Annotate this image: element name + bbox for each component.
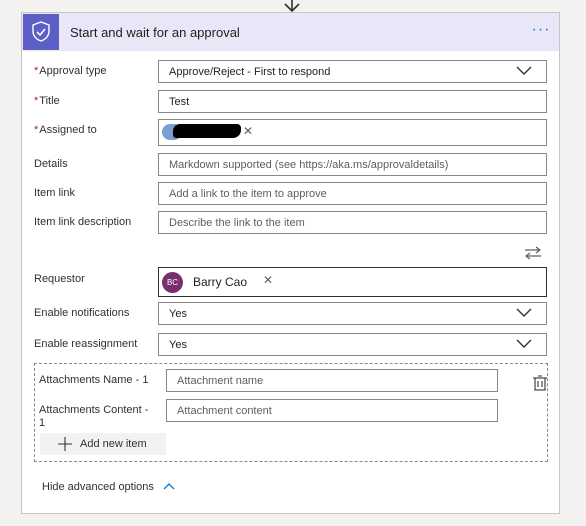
attachment-name-input[interactable]: Attachment name: [166, 369, 498, 392]
attachment-name-label: Attachments Name - 1: [39, 374, 149, 386]
action-title: Start and wait for an approval: [70, 25, 240, 40]
chevron-up-icon: [163, 483, 175, 490]
avatar: BC: [162, 272, 183, 293]
chevron-down-icon: [516, 308, 532, 317]
approval-icon: [23, 14, 59, 50]
chevron-down-icon: [516, 66, 532, 75]
item-link-input[interactable]: Add a link to the item to approve: [158, 182, 547, 205]
title-label: *Title: [34, 95, 60, 107]
action-header[interactable]: Start and wait for an approval ···: [22, 13, 559, 51]
assigned-to-field[interactable]: ✕: [158, 119, 547, 146]
approval-type-label: *Approval type: [34, 65, 107, 77]
remove-requestor-icon[interactable]: ✕: [263, 273, 273, 287]
swap-icon[interactable]: [524, 246, 542, 260]
item-link-placeholder: Add a link to the item to approve: [169, 188, 327, 200]
enable-notifications-label: Enable notifications: [34, 307, 130, 319]
attachment-content-input[interactable]: Attachment content: [166, 399, 498, 422]
chevron-down-icon: [516, 339, 532, 348]
details-input[interactable]: Markdown supported (see https://aka.ms/a…: [158, 153, 547, 176]
assigned-to-label: *Assigned to: [34, 124, 97, 136]
title-input[interactable]: Test: [158, 90, 547, 113]
delete-icon[interactable]: [533, 375, 547, 391]
attachment-content-placeholder: Attachment content: [177, 405, 272, 417]
approval-action-card: Start and wait for an approval ··· *Appr…: [21, 12, 560, 514]
hide-advanced-options-link[interactable]: Hide advanced options: [42, 481, 175, 493]
attachment-content-label: Attachments Content - 1: [39, 404, 149, 429]
approval-type-dropdown[interactable]: Approve/Reject - First to respond: [158, 60, 547, 83]
plus-icon: [58, 437, 72, 451]
details-label: Details: [34, 158, 68, 170]
item-link-description-label: Item link description: [34, 216, 132, 228]
enable-reassignment-value: Yes: [169, 339, 187, 351]
details-placeholder: Markdown supported (see https://aka.ms/a…: [169, 159, 449, 171]
enable-reassignment-dropdown[interactable]: Yes: [158, 333, 547, 356]
requestor-field[interactable]: BC Barry Cao ✕: [158, 267, 547, 297]
add-new-item-button[interactable]: Add new item: [40, 433, 166, 455]
item-link-label: Item link: [34, 187, 75, 199]
attachment-name-placeholder: Attachment name: [177, 375, 264, 387]
enable-reassignment-label: Enable reassignment: [34, 338, 138, 350]
title-value: Test: [169, 96, 190, 108]
enable-notifications-value: Yes: [169, 308, 187, 320]
item-link-description-input[interactable]: Describe the link to the item: [158, 211, 547, 234]
requestor-name: Barry Cao: [193, 275, 248, 289]
arrow-down-icon: [284, 0, 300, 12]
remove-assignee-icon[interactable]: ✕: [243, 124, 253, 138]
requestor-label: Requestor: [34, 273, 85, 285]
redacted-name: [173, 124, 241, 138]
item-link-description-placeholder: Describe the link to the item: [169, 217, 305, 229]
more-options-button[interactable]: ···: [529, 21, 553, 41]
approval-type-value: Approve/Reject - First to respond: [169, 66, 331, 78]
add-new-item-label: Add new item: [80, 438, 147, 450]
enable-notifications-dropdown[interactable]: Yes: [158, 302, 547, 325]
